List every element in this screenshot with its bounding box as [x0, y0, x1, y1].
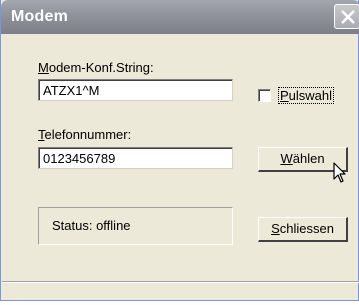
close-icon: [341, 10, 355, 24]
status-text: Status: offline: [52, 218, 131, 233]
modem-dialog: Modem Modem-Konf.String: ATZX1^M Pulswah…: [0, 0, 359, 301]
phone-label: Telefonnummer:: [38, 127, 132, 142]
status-bar-divider-highlight: [2, 282, 359, 283]
status-box: Status: offline: [38, 207, 233, 245]
mouse-pointer-icon: [333, 162, 346, 183]
conf-string-input[interactable]: ATZX1^M: [38, 79, 233, 101]
pulswahl-label[interactable]: Pulswahl: [278, 87, 335, 104]
window-title: Modem: [11, 8, 68, 25]
phone-input[interactable]: 0123456789: [38, 147, 233, 169]
schliessen-button[interactable]: Schliessen: [258, 217, 348, 242]
conf-string-label: Modem-Konf.String:: [38, 60, 154, 75]
close-button[interactable]: [334, 4, 359, 29]
title-bar[interactable]: Modem: [1, 0, 359, 34]
pulswahl-checkbox[interactable]: [258, 89, 271, 102]
